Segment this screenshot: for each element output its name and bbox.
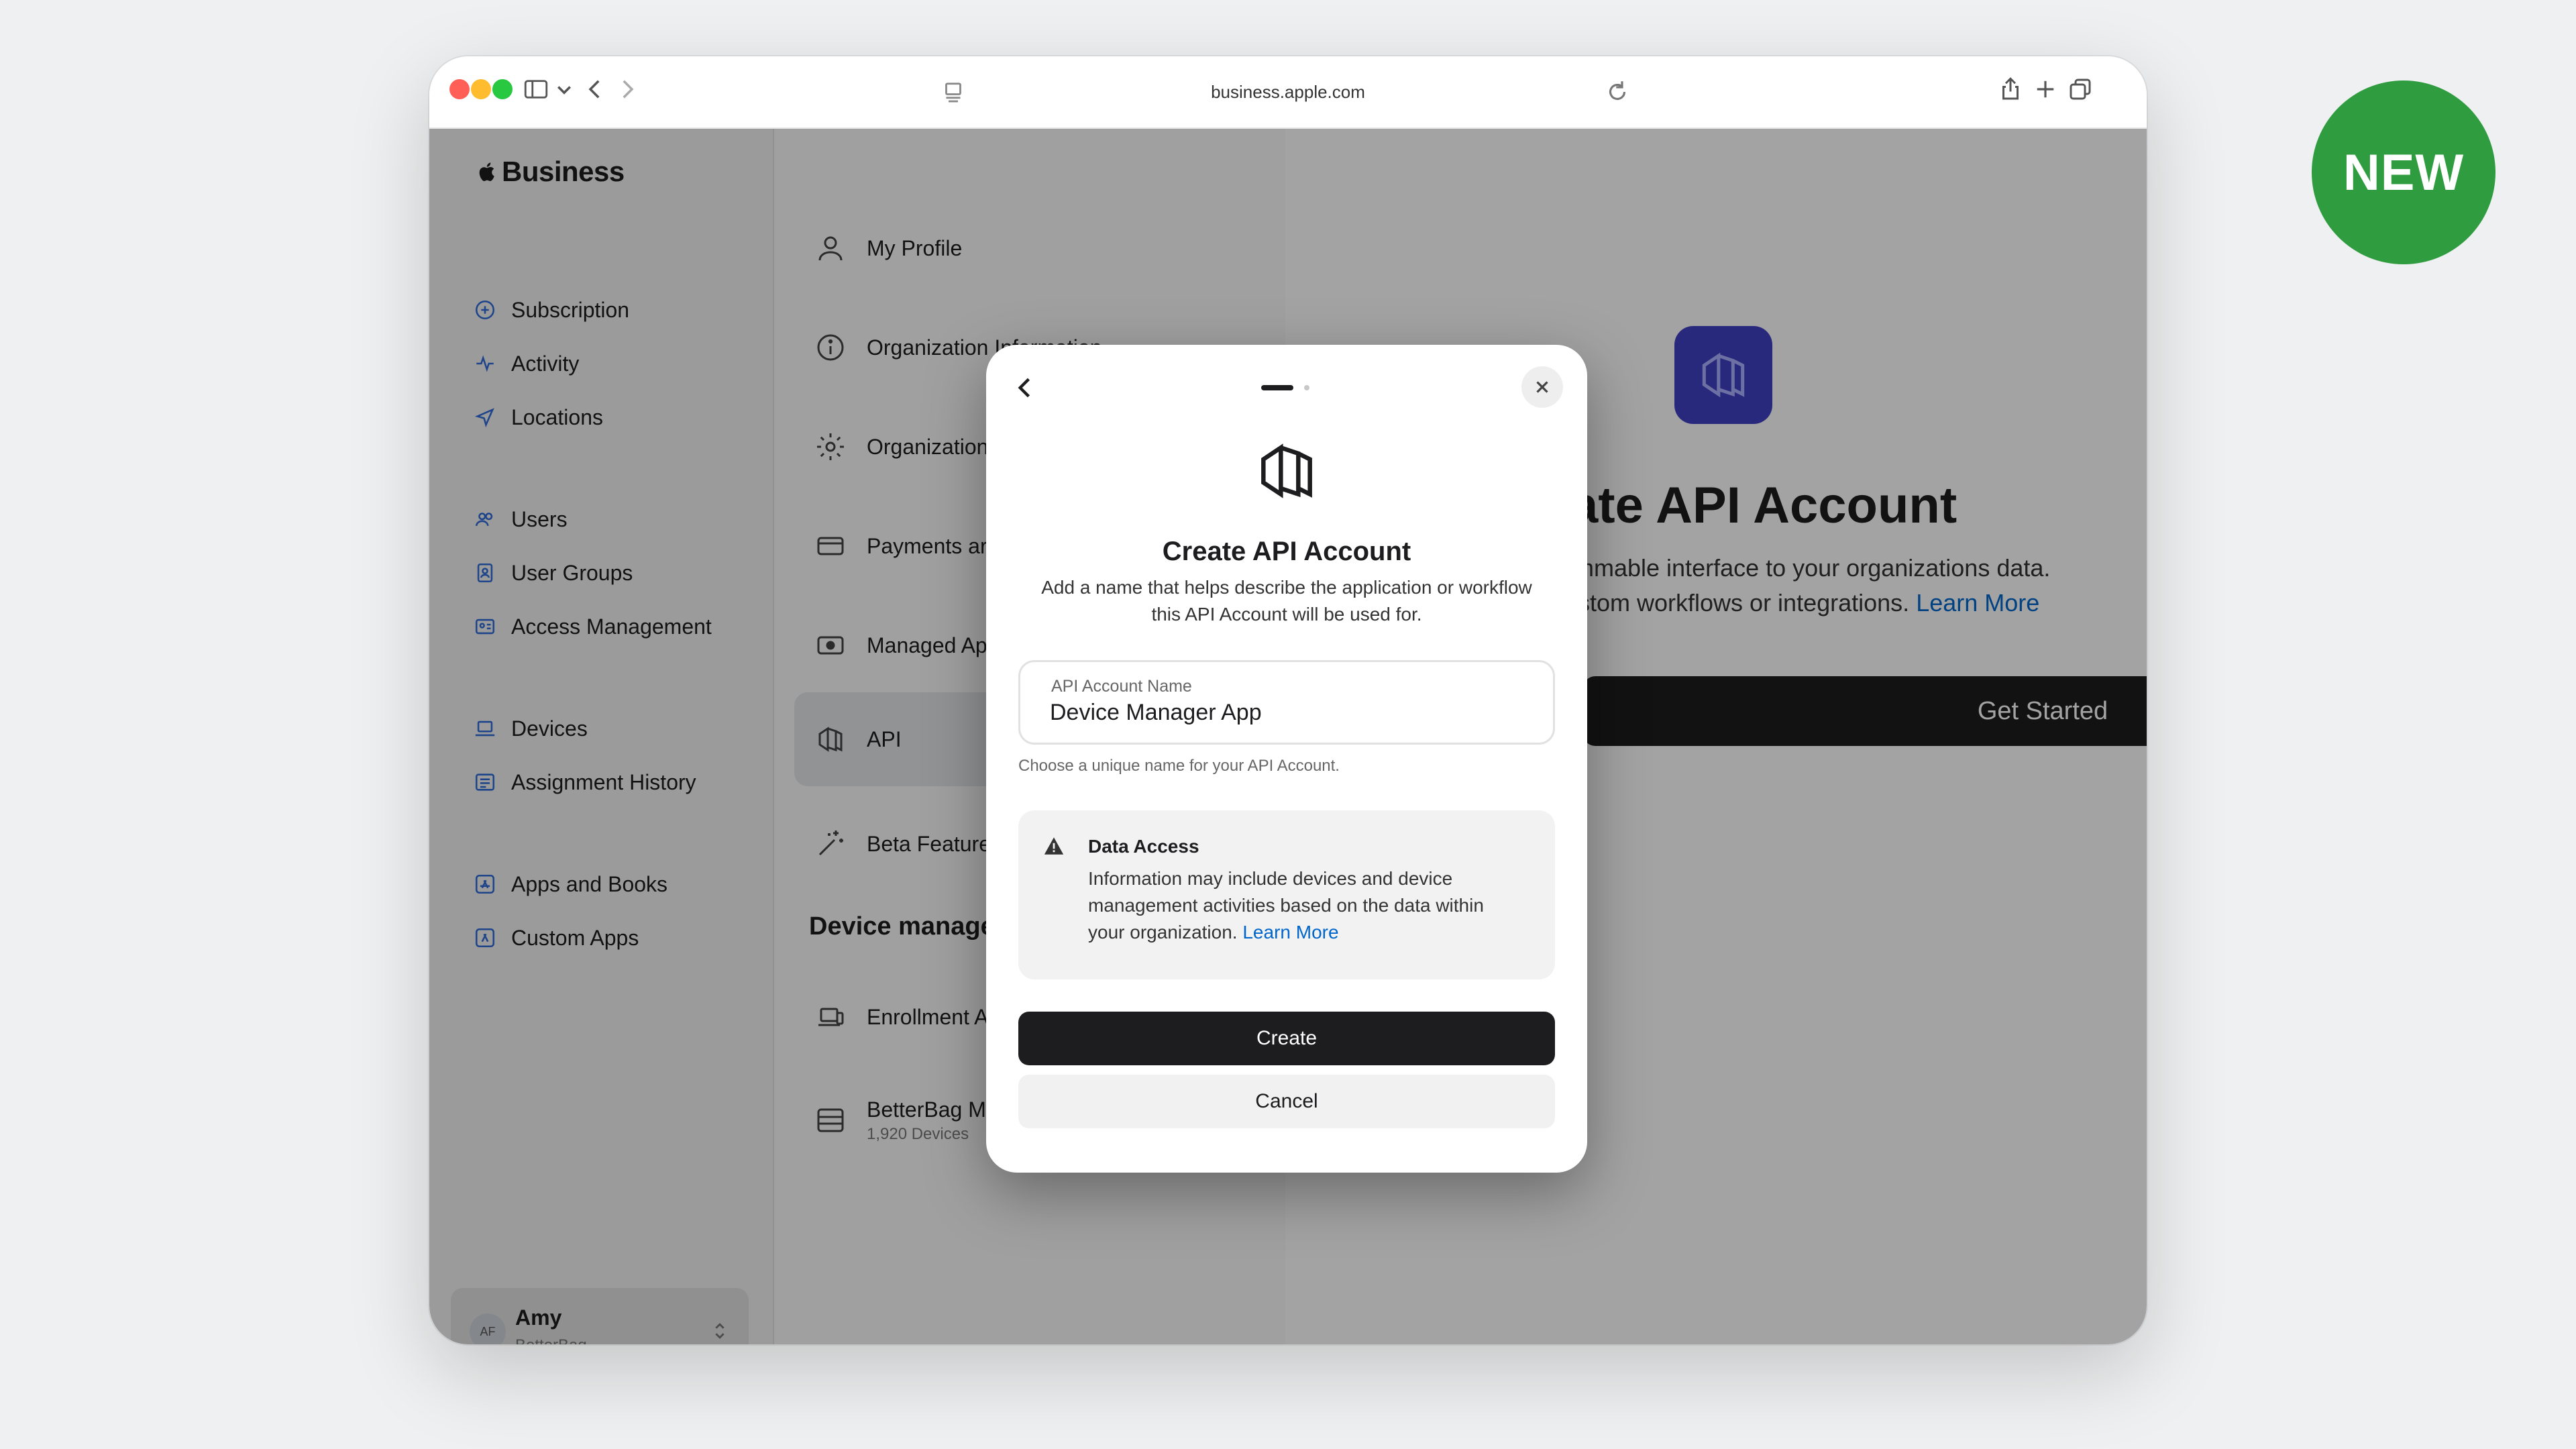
notice-text: your organization. (1088, 922, 1238, 943)
chevron-down-icon[interactable] (550, 75, 571, 103)
api-account-name-field[interactable]: API Account Name (1018, 660, 1555, 745)
field-label: API Account Name (1051, 677, 1192, 696)
dialog-subtitle-line1: Add a name that helps describe the appli… (1041, 577, 1532, 598)
back-nav-icon[interactable] (581, 75, 609, 103)
zoom-window-button[interactable] (492, 79, 513, 99)
notice-text-line1: Information may include devices and devi… (1088, 868, 1453, 889)
data-access-notice: Data Access Information may include devi… (1018, 810, 1555, 979)
create-api-account-dialog: Create API Account Add a name that helps… (986, 345, 1587, 1173)
cancel-button[interactable]: Cancel (1018, 1075, 1555, 1128)
learn-more-link[interactable]: Learn More (1242, 922, 1338, 943)
step-indicator-active (1261, 385, 1293, 390)
sidebar-toggle-icon[interactable] (522, 75, 550, 103)
forward-nav-icon[interactable] (613, 75, 641, 103)
close-window-button[interactable] (449, 79, 470, 99)
close-icon (1536, 381, 1548, 393)
url-text: business.apple.com (1211, 81, 1365, 102)
back-arrow-icon[interactable] (1010, 373, 1040, 402)
dialog-subtitle-line2: this API Account will be used for. (1151, 604, 1422, 625)
warning-icon (1044, 837, 1064, 855)
close-button[interactable] (1521, 366, 1563, 408)
notice-title: Data Access (1088, 836, 1199, 857)
api-account-name-input[interactable] (1050, 700, 1519, 726)
field-hint: Choose a unique name for your API Accoun… (1018, 757, 1340, 775)
dialog-title: Create API Account (1162, 537, 1411, 566)
new-badge: NEW (2312, 80, 2496, 264)
api-icon (1261, 443, 1312, 498)
minimize-window-button[interactable] (471, 79, 491, 99)
reload-icon[interactable] (1603, 78, 1631, 106)
notice-text-line3: your organization. Learn More (1088, 922, 1339, 943)
step-indicator-inactive (1304, 385, 1309, 390)
notice-text-line2: management activities based on the data … (1088, 895, 1484, 916)
new-tab-icon[interactable] (2031, 75, 2059, 103)
browser-toolbar: business.apple.com (429, 56, 2147, 129)
reader-icon[interactable] (939, 78, 967, 106)
create-button[interactable]: Create (1018, 1012, 1555, 1065)
tab-overview-icon[interactable] (2066, 75, 2094, 103)
share-icon[interactable] (1996, 75, 2025, 103)
address-bar[interactable]: business.apple.com (939, 71, 1637, 113)
